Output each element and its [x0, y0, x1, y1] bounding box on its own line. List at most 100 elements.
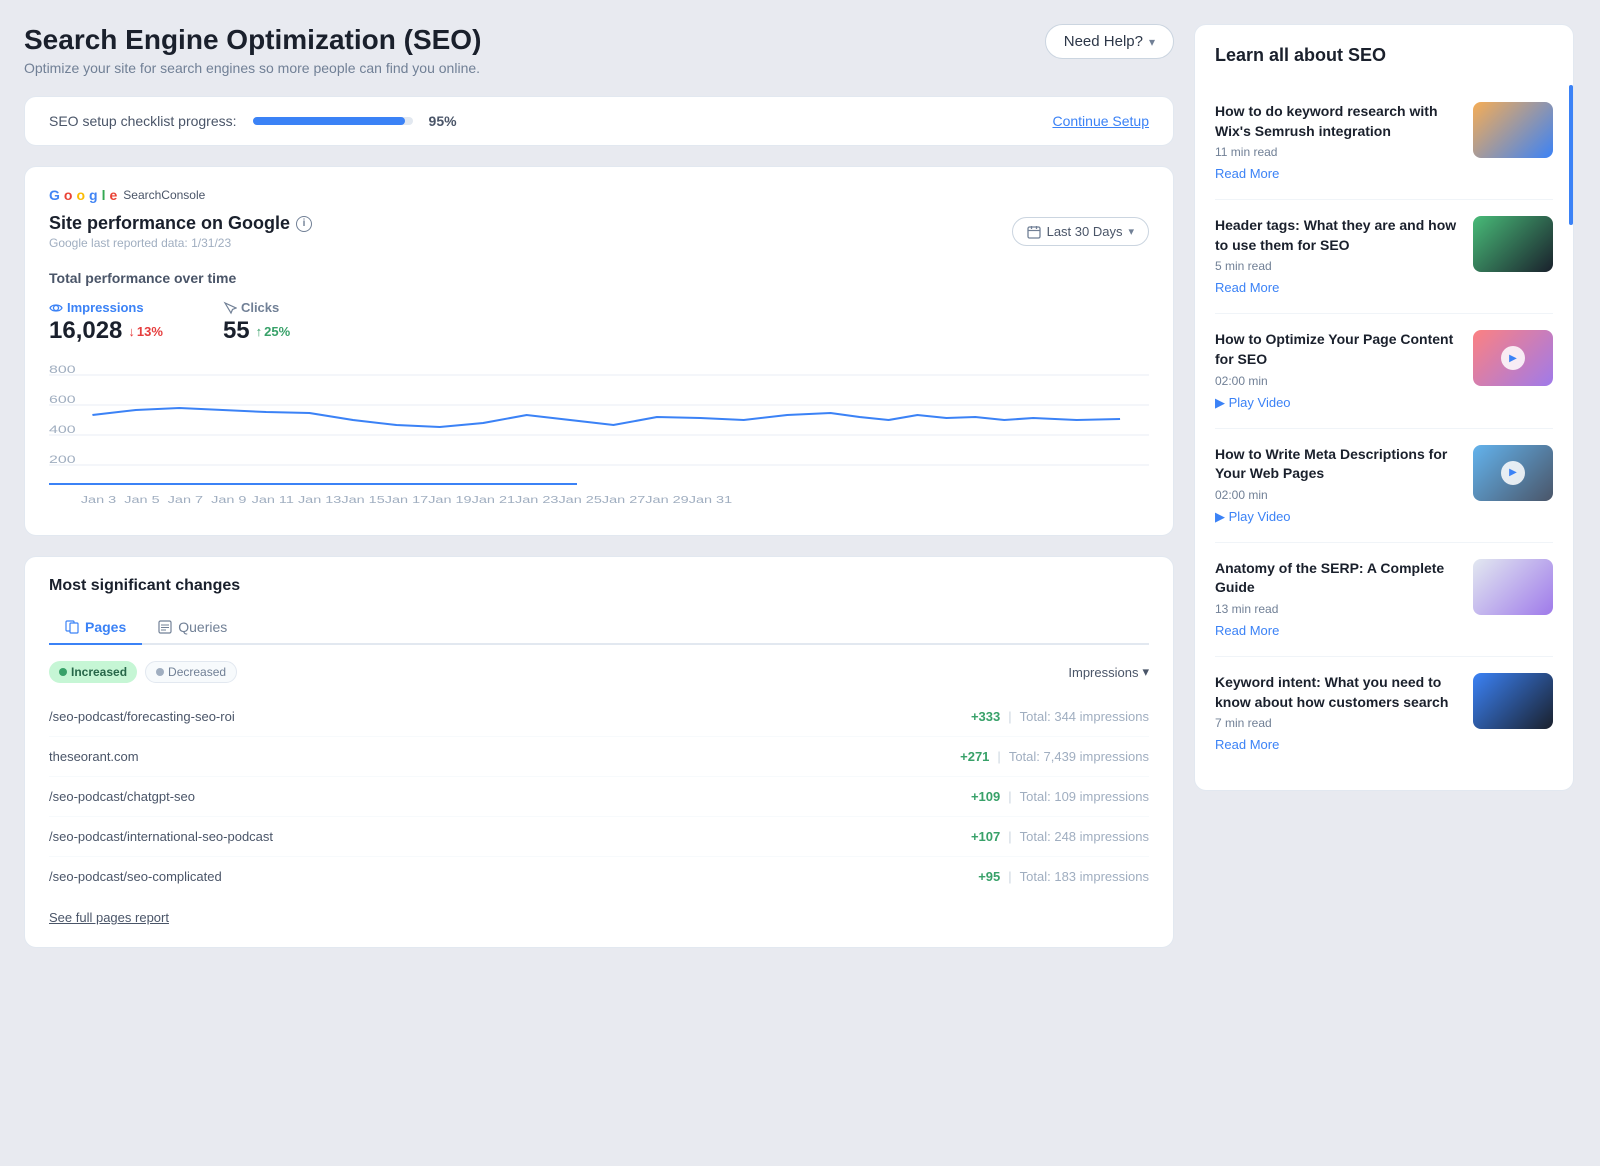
table-row: /seo-podcast/chatgpt-seo +109 | Total: 1…: [49, 777, 1149, 817]
see-full-report-link[interactable]: See full pages report: [49, 910, 169, 925]
learn-text: Keyword intent: What you need to know ab…: [1215, 673, 1459, 754]
svg-text:400: 400: [49, 423, 76, 435]
tab-pages[interactable]: Pages: [49, 611, 142, 645]
learn-item-title: Keyword intent: What you need to know ab…: [1215, 673, 1459, 712]
row-total: Total: 344 impressions: [1020, 709, 1149, 724]
gsc-title: Site performance on Google i: [49, 213, 312, 234]
setup-label: SEO setup checklist progress:: [49, 113, 237, 129]
learn-thumbnail: ▶: [1473, 445, 1553, 501]
learn-item: Header tags: What they are and how to us…: [1215, 200, 1553, 314]
learn-thumbnail: [1473, 216, 1553, 272]
date-range-button[interactable]: Last 30 Days ▾: [1012, 217, 1149, 246]
dot-icon: [59, 668, 67, 676]
performance-chart: 800 600 400 200 Jan 3 Jan 5 Jan 7 Jan 9 …: [49, 355, 1149, 515]
learn-items-container: How to do keyword research with Wix's Se…: [1215, 86, 1553, 770]
row-total: Total: 7,439 impressions: [1009, 749, 1149, 764]
svg-text:Jan 31: Jan 31: [689, 494, 733, 505]
learn-item: How to Write Meta Descriptions for Your …: [1215, 429, 1553, 543]
learn-item-action[interactable]: Read More: [1215, 623, 1279, 638]
gsc-header-row: Site performance on Google i Google last…: [49, 213, 1149, 250]
learn-item: Keyword intent: What you need to know ab…: [1215, 657, 1553, 770]
badge-decreased[interactable]: Decreased: [145, 661, 237, 683]
gsc-card: Google SearchConsole Site performance on…: [24, 166, 1174, 536]
table-row: theseorant.com +271 | Total: 7,439 impre…: [49, 737, 1149, 777]
learn-thumbnail: [1473, 559, 1553, 615]
scrollbar-indicator[interactable]: [1569, 85, 1573, 225]
table-row: /seo-podcast/forecasting-seo-roi +333 | …: [49, 697, 1149, 737]
learn-item: How to do keyword research with Wix's Se…: [1215, 86, 1553, 200]
svg-text:200: 200: [49, 453, 76, 465]
row-total: Total: 183 impressions: [1020, 869, 1149, 884]
chevron-down-icon: ▾: [1128, 225, 1134, 238]
learn-item-title: Anatomy of the SERP: A Complete Guide: [1215, 559, 1459, 598]
impressions-underline: [49, 483, 577, 485]
impressions-metric: Impressions 16,028 ↓ 13%: [49, 300, 163, 345]
learn-item-action[interactable]: ▶ Play Video: [1215, 395, 1291, 410]
changes-card: Most significant changes Pages: [24, 556, 1174, 948]
learn-item-meta: 7 min read: [1215, 716, 1459, 730]
impressions-sort[interactable]: Impressions ▾: [1068, 664, 1149, 680]
chevron-down-icon: ▾: [1149, 35, 1155, 49]
row-change: +271: [949, 749, 989, 764]
chart-title: Total performance over time: [49, 270, 1149, 286]
continue-setup-link[interactable]: Continue Setup: [1052, 113, 1149, 129]
learn-thumbnail: [1473, 102, 1553, 158]
tab-queries[interactable]: Queries: [142, 611, 243, 645]
row-stats: +271 | Total: 7,439 impressions: [949, 749, 1149, 764]
play-icon: ▶: [1501, 346, 1525, 370]
svg-text:Jan 27: Jan 27: [602, 494, 646, 505]
learn-item-meta: 13 min read: [1215, 602, 1459, 616]
svg-text:Jan 5: Jan 5: [124, 494, 159, 505]
learn-item-action[interactable]: Read More: [1215, 280, 1279, 295]
changes-table: /seo-podcast/forecasting-seo-roi +333 | …: [49, 697, 1149, 896]
learn-item-action[interactable]: Read More: [1215, 737, 1279, 752]
svg-text:600: 600: [49, 393, 76, 405]
learn-text: How to Optimize Your Page Content for SE…: [1215, 330, 1459, 411]
learn-item-title: How to Write Meta Descriptions for Your …: [1215, 445, 1459, 484]
row-total: Total: 109 impressions: [1020, 789, 1149, 804]
clicks-metric: Clicks 55 ↑ 25%: [223, 300, 290, 345]
row-url: /seo-podcast/international-seo-podcast: [49, 829, 273, 844]
eye-icon: [49, 301, 63, 315]
svg-text:Jan 3: Jan 3: [81, 494, 116, 505]
svg-text:Jan 11: Jan 11: [252, 494, 294, 505]
row-url: /seo-podcast/chatgpt-seo: [49, 789, 195, 804]
pages-icon: [65, 620, 79, 634]
page-header: Search Engine Optimization (SEO) Optimiz…: [24, 24, 1174, 76]
learn-item: How to Optimize Your Page Content for SE…: [1215, 314, 1553, 428]
svg-text:Jan 29: Jan 29: [645, 494, 689, 505]
learn-item-meta: 5 min read: [1215, 259, 1459, 273]
learn-item-action[interactable]: Read More: [1215, 166, 1279, 181]
metrics-row: Impressions 16,028 ↓ 13%: [49, 300, 1149, 345]
row-url: /seo-podcast/forecasting-seo-roi: [49, 709, 235, 724]
row-total: Total: 248 impressions: [1020, 829, 1149, 844]
page-subtitle: Optimize your site for search engines so…: [24, 60, 481, 76]
learn-text: How to do keyword research with Wix's Se…: [1215, 102, 1459, 183]
table-row: /seo-podcast/international-seo-podcast +…: [49, 817, 1149, 857]
progress-percentage: 95%: [429, 113, 457, 129]
row-stats: +107 | Total: 248 impressions: [960, 829, 1149, 844]
progress-fill: [253, 117, 405, 125]
learn-title: Learn all about SEO: [1215, 45, 1553, 66]
need-help-button[interactable]: Need Help? ▾: [1045, 24, 1174, 59]
learn-text: Header tags: What they are and how to us…: [1215, 216, 1459, 297]
chart-section: Total performance over time Impressions …: [49, 270, 1149, 515]
row-change: +107: [960, 829, 1000, 844]
learn-item-meta: 02:00 min: [1215, 374, 1459, 388]
learn-item-action[interactable]: ▶ Play Video: [1215, 509, 1291, 524]
svg-text:Jan 17: Jan 17: [385, 494, 429, 505]
play-icon: ▶: [1501, 461, 1525, 485]
row-stats: +95 | Total: 183 impressions: [960, 869, 1149, 884]
learn-thumbnail: [1473, 673, 1553, 729]
changes-title: Most significant changes: [49, 577, 1149, 595]
learn-item-meta: 02:00 min: [1215, 488, 1459, 502]
calendar-icon: [1027, 225, 1041, 239]
page-title: Search Engine Optimization (SEO): [24, 24, 481, 56]
svg-text:Jan 9: Jan 9: [211, 494, 246, 505]
gsc-subtitle: Google last reported data: 1/31/23: [49, 236, 312, 250]
row-stats: +333 | Total: 344 impressions: [960, 709, 1149, 724]
info-icon[interactable]: i: [296, 216, 312, 232]
badge-increased[interactable]: Increased: [49, 661, 137, 683]
svg-text:Jan 15: Jan 15: [341, 494, 385, 505]
svg-text:Jan 23: Jan 23: [515, 494, 559, 505]
